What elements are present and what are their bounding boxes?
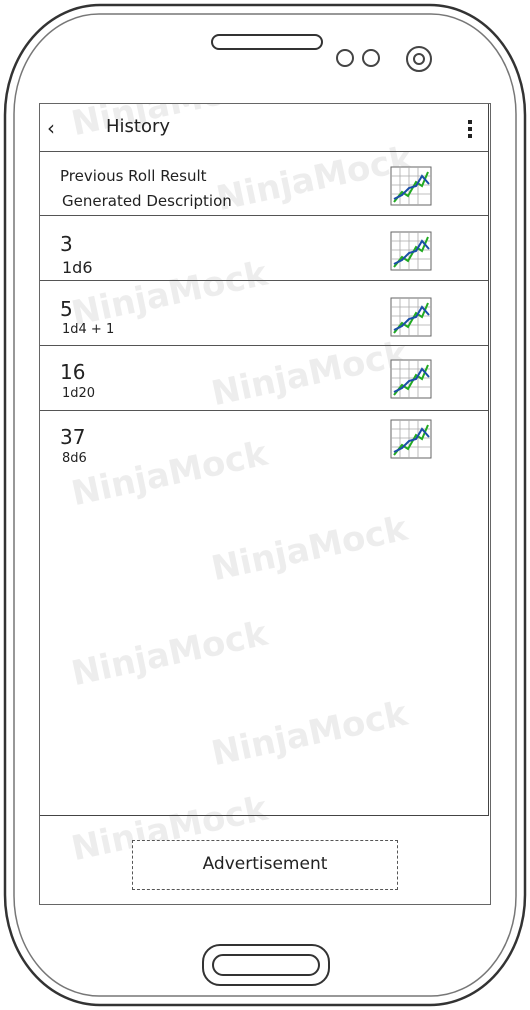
page-title: History	[106, 116, 171, 137]
roll-description: 1d20	[62, 386, 96, 401]
chart-icon[interactable]	[390, 231, 432, 271]
roll-result: 3	[60, 232, 73, 256]
chart-icon[interactable]	[390, 297, 432, 337]
screen: NinjaMock NinjaMock NinjaMock NinjaMock …	[39, 103, 491, 905]
roll-description: 1d6	[62, 258, 93, 277]
chart-icon[interactable]	[390, 419, 432, 459]
home-button[interactable]	[202, 944, 330, 986]
ad-footer: Advertisement	[40, 816, 490, 904]
roll-result: 37	[60, 425, 86, 449]
advertisement-banner[interactable]: Advertisement	[132, 840, 398, 890]
history-screen: ‹ History Previous Roll Result Generated…	[40, 104, 489, 816]
back-arrow-icon[interactable]: ‹	[47, 116, 55, 140]
roll-description: Generated Description	[62, 192, 232, 210]
roll-result: Previous Roll Result	[60, 167, 207, 185]
proximity-sensor-icon	[362, 49, 380, 67]
app-bar: ‹ History	[40, 104, 488, 152]
camera-lens-icon	[406, 46, 432, 72]
front-camera-icon	[336, 49, 354, 67]
history-item[interactable]: 37 8d6	[40, 411, 488, 471]
roll-description: 8d6	[62, 451, 87, 466]
history-item[interactable]: 3 1d6	[40, 216, 488, 281]
history-item[interactable]: 16 1d20	[40, 346, 488, 411]
history-item[interactable]: Previous Roll Result Generated Descripti…	[40, 152, 488, 216]
history-item[interactable]: 5 1d4 + 1	[40, 281, 488, 346]
overflow-menu-icon[interactable]	[468, 120, 474, 140]
chart-icon[interactable]	[390, 166, 432, 206]
speaker-grille	[211, 34, 323, 50]
roll-result: 16	[60, 360, 86, 384]
roll-result: 5	[60, 297, 73, 321]
chart-icon[interactable]	[390, 359, 432, 399]
roll-description: 1d4 + 1	[62, 322, 115, 337]
